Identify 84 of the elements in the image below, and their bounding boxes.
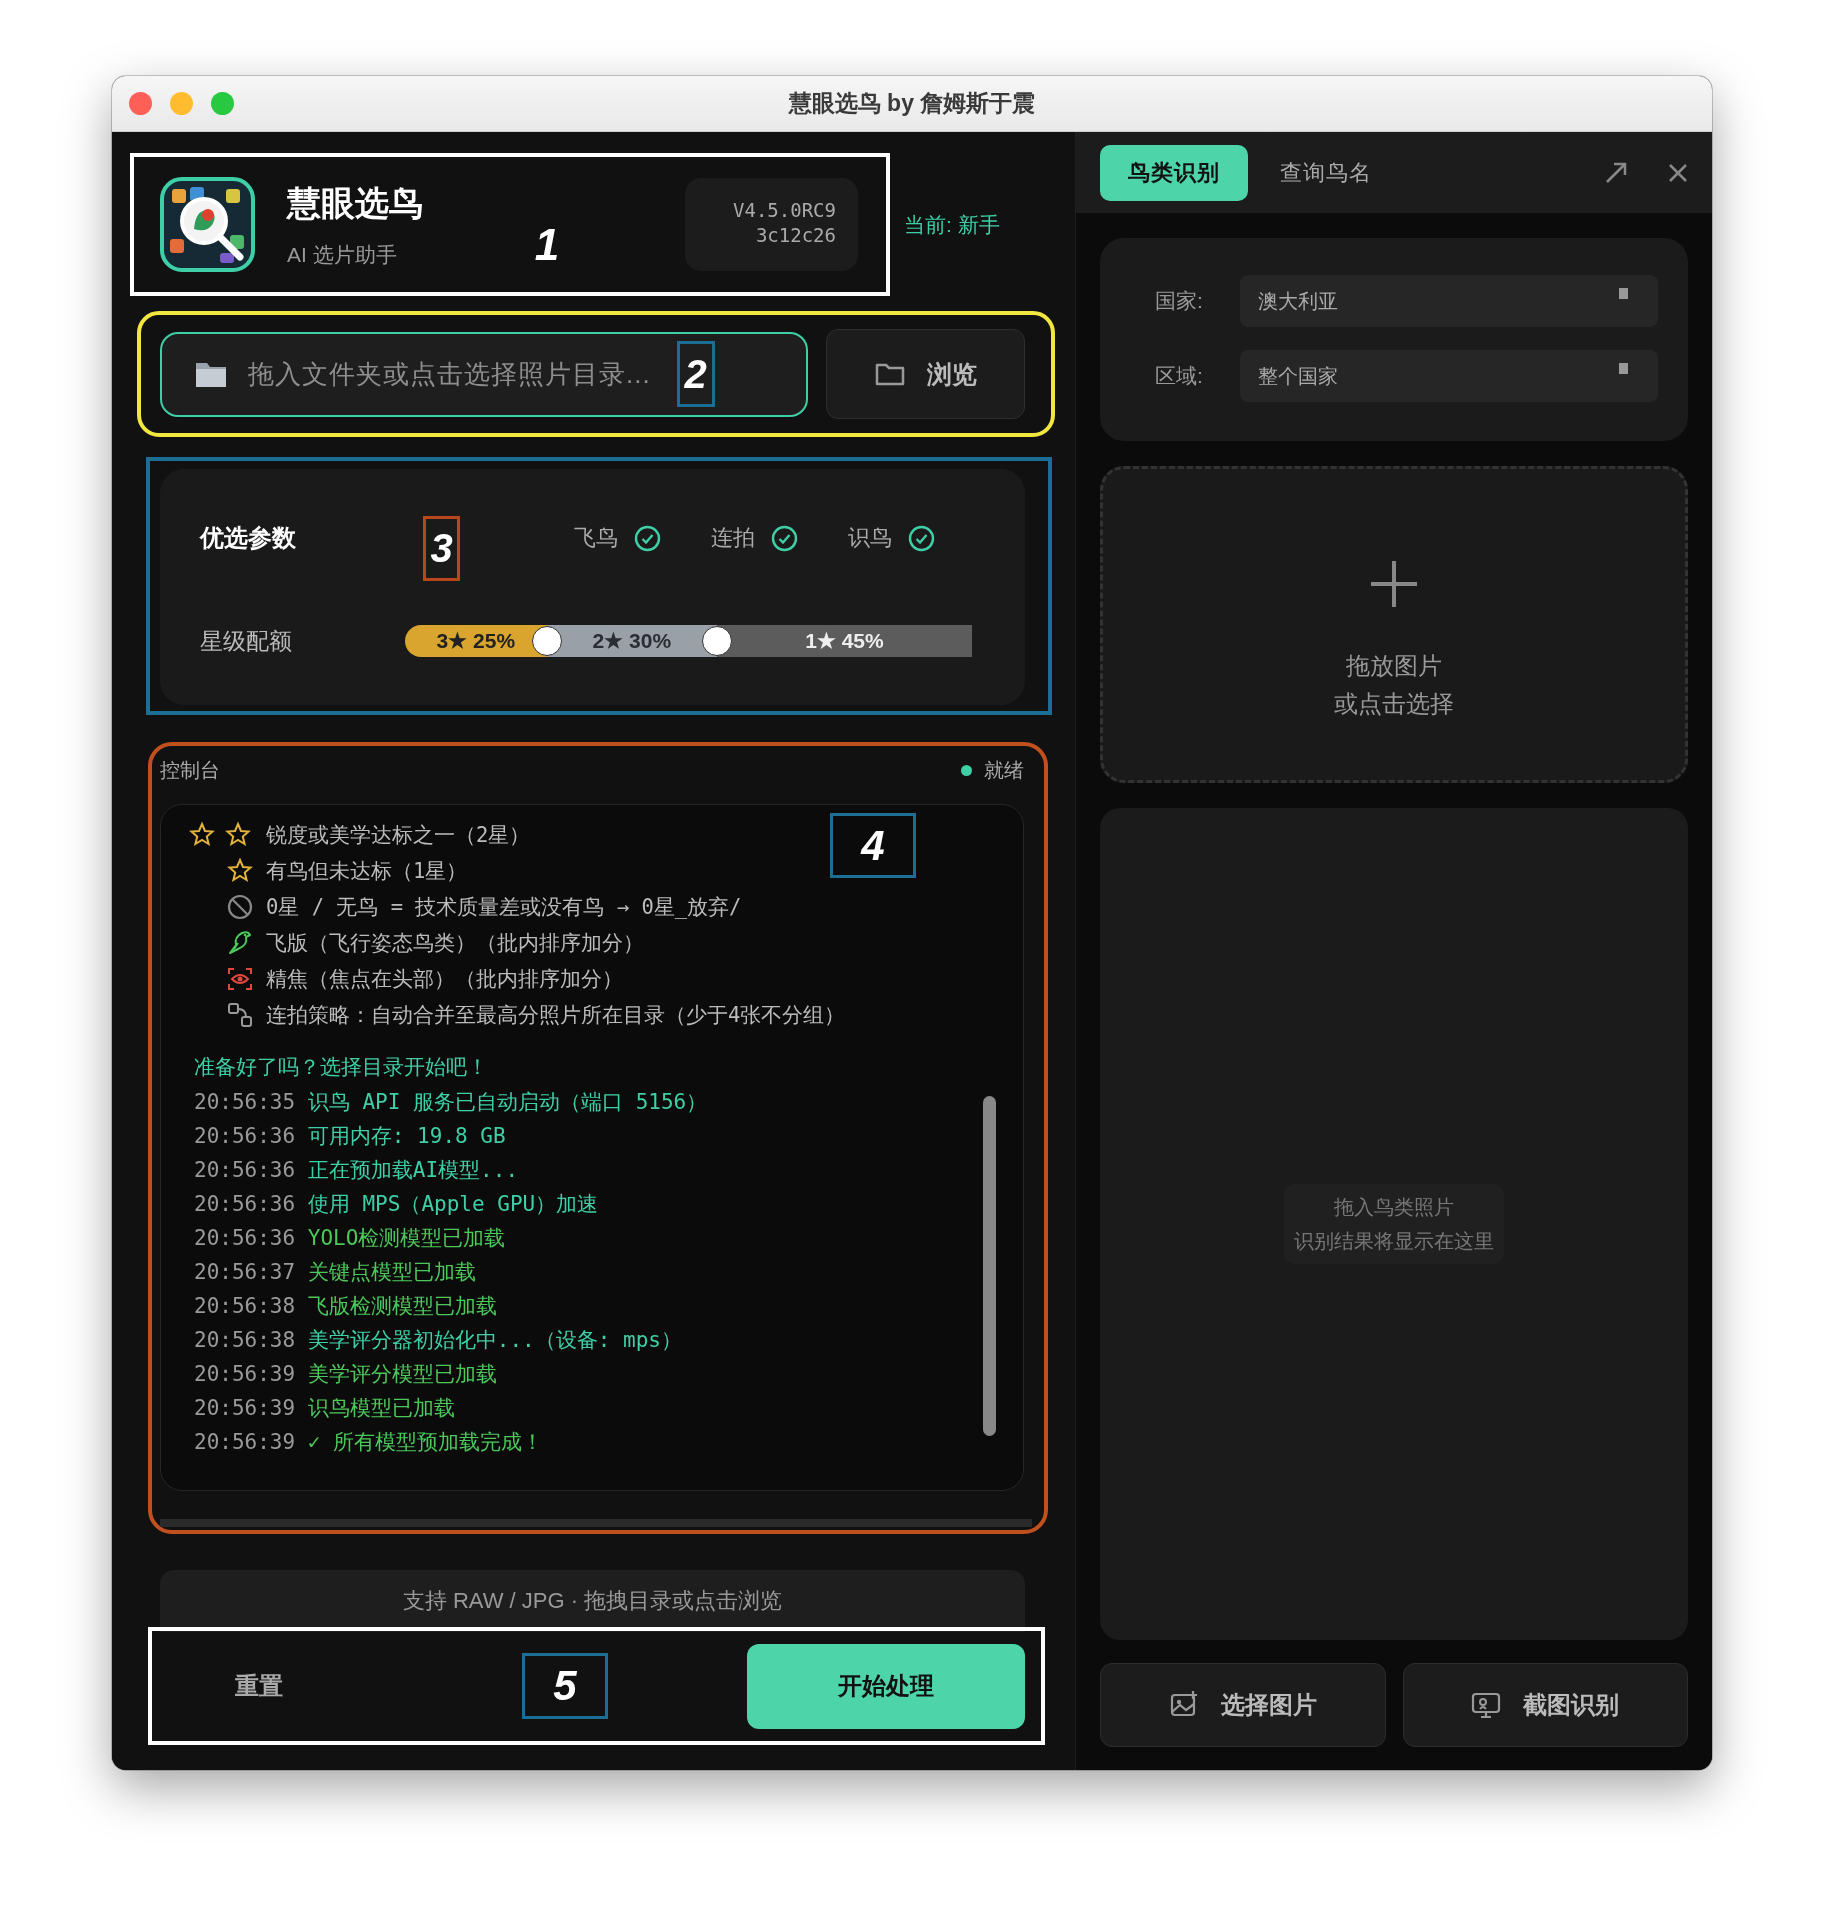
app-subtitle: AI 选片助手 [287, 241, 398, 268]
log-time: 20:56:36 [194, 1192, 296, 1216]
filter-label: 国家: [1155, 288, 1204, 314]
quota-slider[interactable]: 3★ 25% 2★ 30% 1★ 45% [405, 625, 972, 657]
focus-eye-icon [226, 965, 254, 993]
legend-text: 锐度或美学达标之一（2星） [266, 822, 531, 849]
dropdown[interactable]: 澳大利亚 [1240, 275, 1658, 327]
log-message: 飞版检测模型已加载 [307, 1294, 497, 1318]
legend-text: 0星 / 无鸟 = 技术质量差或没有鸟 → 0星_放弃/ [266, 894, 742, 921]
log-time: 20:56:39 [194, 1362, 296, 1386]
quota-segment: 1★ 45% [716, 625, 972, 657]
option-toggle[interactable]: 飞鸟 [574, 523, 661, 553]
quota-label: 星级配额 [200, 626, 293, 656]
prohibited-icon [226, 893, 254, 921]
legend-text: 精焦（焦点在头部）（批内排序加分） [266, 966, 623, 993]
minimize-button[interactable] [170, 92, 193, 115]
tab[interactable]: 查询鸟名 [1252, 144, 1400, 201]
legend-text: 飞版（飞行姿态鸟类）（批内排序加分） [266, 930, 644, 957]
mode-label: 当前: 新手 [904, 211, 1000, 238]
tab[interactable]: 鸟类识别 [1100, 144, 1248, 201]
linked-squares-icon [226, 1001, 254, 1029]
plus-icon [1369, 559, 1419, 609]
log-time: 20:56:36 [194, 1124, 296, 1148]
legend-text: 有鸟但未达标（1星） [266, 858, 468, 885]
option-toggle[interactable]: 连拍 [711, 523, 798, 553]
log-time: 20:56:35 [194, 1090, 296, 1114]
legend-text: 连拍策略：自动合并至最高分照片所在目录（少于4张不分组） [266, 1002, 846, 1029]
start-button[interactable]: 开始处理 [747, 1643, 1025, 1729]
log-message: YOLO检测模型已加载 [307, 1226, 506, 1250]
action-button[interactable]: 截图识别 [1402, 1663, 1688, 1747]
log-message: 识鸟模型已加载 [307, 1396, 455, 1420]
option-toggle[interactable]: 识鸟 [848, 523, 935, 553]
log-message: 美学评分器初始化中...（设备: mps） [307, 1328, 682, 1352]
reset-button[interactable]: 重置 [235, 1670, 283, 1702]
status-label: 就绪 [984, 757, 1024, 783]
version-badge: V4.5.0RC9 3c12c26 [685, 178, 858, 271]
log-time: 20:56:39 [194, 1396, 296, 1420]
panel-title: 控制台 [160, 757, 220, 783]
drop-hint: 或点击选择 [1334, 689, 1454, 719]
callout-number: 1 [533, 218, 561, 271]
window-title: 慧眼选鸟 by 詹姆斯于震 [788, 89, 1036, 118]
image-drop-zone[interactable]: 拖放图片 或点击选择 [1100, 466, 1688, 783]
app-icon [160, 177, 255, 272]
action-button[interactable]: 选择图片 [1100, 1663, 1386, 1747]
star-icon [226, 857, 254, 885]
log-time: 20:56:38 [194, 1328, 296, 1352]
drop-hint: 拖放图片 [1345, 651, 1443, 681]
log-time: 20:56:39 [194, 1430, 296, 1454]
callout-number: 5 [522, 1653, 608, 1719]
result-hint: 拖入鸟类照片 识别结果将显示在这里 [1284, 1184, 1504, 1264]
zoom-button[interactable] [211, 92, 234, 115]
dropdown[interactable]: 整个国家 [1240, 350, 1658, 402]
log-time: 20:56:36 [194, 1158, 296, 1182]
expand-arrow-icon[interactable] [1604, 160, 1628, 185]
log-message: 使用 MPS（Apple GPU）加速 [307, 1192, 599, 1216]
monitor-icon [1471, 1690, 1502, 1720]
browse-button[interactable]: 浏览 [826, 329, 1025, 419]
log-time: 20:56:38 [194, 1294, 296, 1318]
bird-icon [226, 929, 254, 957]
folder-path-field[interactable]: 拖入文件夹或点击选择照片目录... 2 [160, 331, 808, 417]
scrollbar-thumb[interactable] [983, 1096, 996, 1436]
folder-icon [874, 361, 905, 387]
callout-number: 4 [830, 813, 916, 878]
close-icon[interactable] [1668, 162, 1688, 183]
log-message: 可用内存: 19.8 GB [307, 1124, 506, 1148]
quota-segment: 3★ 25% [405, 625, 547, 657]
log-time: 20:56:36 [194, 1226, 296, 1250]
hint-bar: 支持 RAW / JPG · 拖拽目录或点击浏览 [160, 1570, 1025, 1632]
log-message: 正在预加载AI模型... [307, 1158, 519, 1182]
close-button[interactable] [129, 92, 152, 115]
folder-path-placeholder: 拖入文件夹或点击选择照片目录... [248, 357, 651, 391]
status-dot [961, 764, 972, 776]
log-message: ✓ 所有模型预加载完成！ [307, 1430, 544, 1454]
callout-number: 3 [423, 515, 460, 581]
log-message: 美学评分模型已加载 [307, 1362, 497, 1386]
section-title: 优选参数 [200, 523, 297, 553]
filter-label: 区域: [1155, 363, 1204, 389]
log-time: 20:56:37 [194, 1260, 296, 1284]
console-prompt: 准备好了吗？选择目录开始吧！ [194, 1054, 489, 1081]
log-message: 关键点模型已加载 [307, 1260, 476, 1284]
callout-number: 2 [676, 341, 715, 407]
horizontal-scrollbar[interactable] [160, 1519, 1032, 1527]
app-name: 慧眼选鸟 [287, 182, 424, 224]
log-message: 识鸟 API 服务已自动启动（端口 5156） [307, 1090, 708, 1114]
